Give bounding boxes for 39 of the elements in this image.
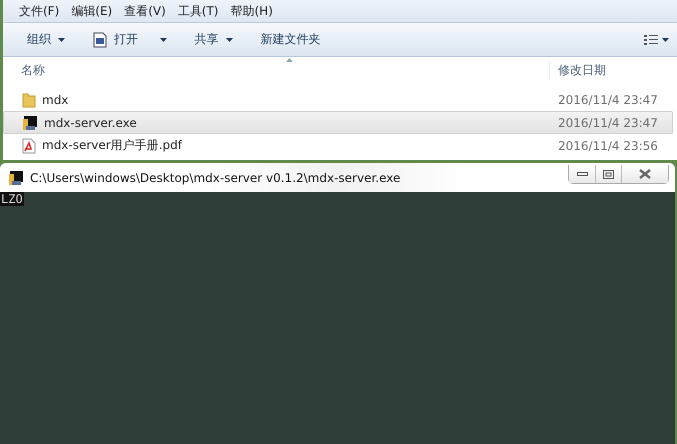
menu-item[interactable]: 文件(F) — [13, 2, 66, 20]
minimize-icon — [576, 172, 588, 176]
file-row[interactable]: mdx 2016/11/4 23:47 — [3, 88, 673, 111]
toolbar-button[interactable]: 共享 — [184, 31, 243, 48]
modified-date: 2016/11/4 23:47 — [557, 92, 659, 106]
caret-icon — [58, 38, 65, 42]
menu-item[interactable]: 查看(V) — [118, 2, 172, 20]
toolbar-button[interactable]: 组织 — [17, 31, 75, 48]
view-list-icon[interactable] — [644, 34, 658, 44]
file-row[interactable]: mdx-server用户手册.pdf 2016/11/4 23:56 — [3, 134, 673, 157]
app-icon — [22, 114, 38, 130]
sort-arrow-icon — [286, 58, 293, 62]
menu-item[interactable]: 工具(T) — [172, 2, 224, 20]
column-header[interactable]: 修改日期 — [549, 62, 677, 79]
menu-item[interactable]: 编辑(E) — [65, 2, 118, 20]
file-row[interactable]: mdx-server.exe 2016/11/4 23:47 — [3, 111, 673, 134]
file-name: mdx-server用户手册.pdf — [42, 137, 182, 154]
console-output: LZO — [0, 192, 24, 206]
modified-date: 2016/11/4 23:56 — [557, 138, 659, 152]
file-name: mdx — [42, 92, 68, 106]
close-icon — [639, 169, 651, 179]
column-header[interactable]: 名称 — [3, 62, 549, 79]
toolbar-button[interactable]: 新建文件夹 — [250, 31, 331, 48]
window-title: C:\Users\windows\Desktop\mdx-server v0.1.2\mdx-server.exe — [30, 170, 400, 184]
toolbar-button[interactable]: 打开 — [83, 31, 177, 48]
pdf-icon — [22, 138, 36, 154]
app-icon — [8, 170, 24, 186]
file-name: mdx-server.exe — [44, 116, 137, 130]
modified-date: 2016/11/4 23:47 — [557, 116, 659, 130]
window-icon — [93, 32, 107, 48]
menu-item[interactable]: 帮助(H) — [224, 2, 279, 20]
close-button[interactable] — [621, 165, 668, 183]
caret-icon — [662, 38, 669, 42]
folder-icon — [22, 92, 36, 108]
caret-icon — [160, 38, 167, 42]
maximize-button[interactable] — [595, 165, 621, 183]
maximize-icon — [603, 170, 614, 178]
caret-icon — [226, 38, 233, 42]
minimize-button[interactable] — [569, 165, 595, 183]
